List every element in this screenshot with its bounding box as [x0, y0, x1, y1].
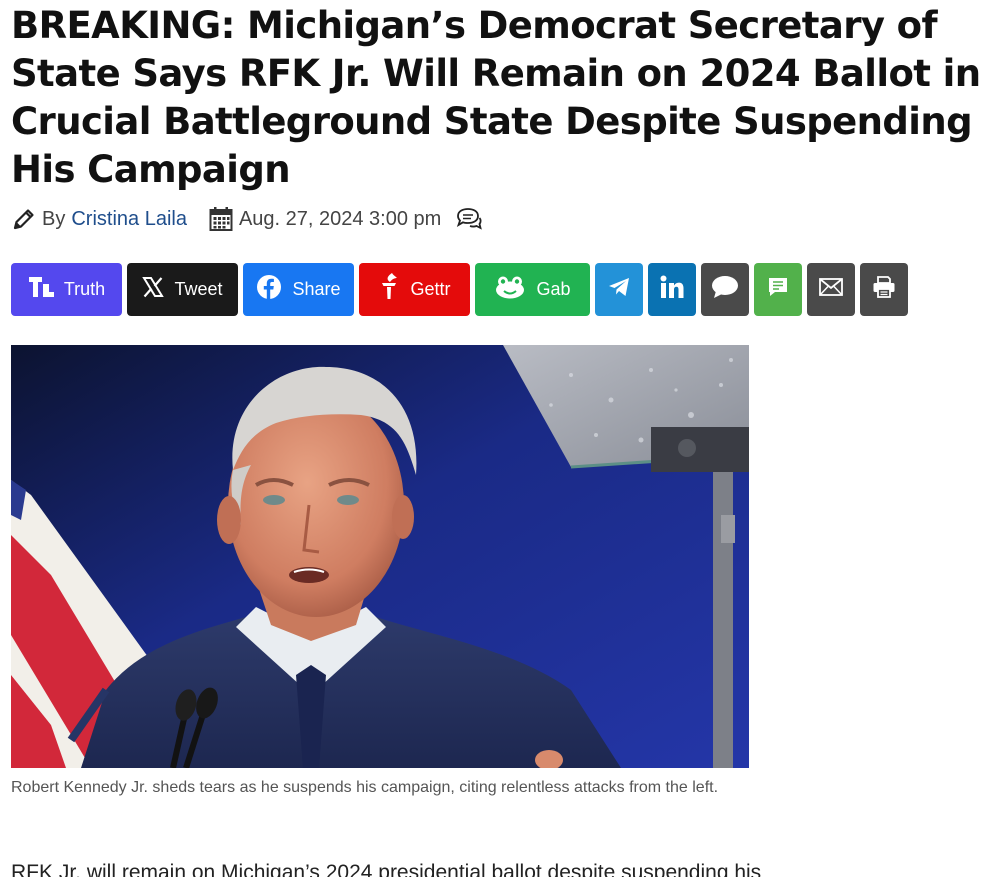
linkedin-share-button[interactable] [648, 263, 696, 316]
author-link[interactable]: Cristina Laila [71, 208, 187, 231]
sms-icon [767, 276, 789, 303]
gab-share-label: Gab [536, 279, 571, 299]
article-headline: BREAKING: Michigan’s Democrat Secretary … [11, 4, 981, 191]
article-body-first-line: RFK Jr. will remain on Michigan’s 2024 p… [11, 861, 762, 877]
tweet-share-label: Tweet [174, 279, 223, 299]
tweet-share-button[interactable]: Tweet [127, 263, 238, 316]
photo-caption: Robert Kennedy Jr. sheds tears as he sus… [11, 779, 719, 796]
gettr-share-label: Gettr [410, 279, 451, 299]
linkedin-icon [660, 275, 684, 304]
byline: By Cristina Laila Aug. 27, 2024 3:00 pm [11, 203, 483, 235]
print-share-button[interactable] [860, 263, 908, 316]
facebook-share-button[interactable]: Share [243, 263, 354, 316]
comment-bubble-icon [711, 275, 739, 304]
print-icon [872, 276, 896, 303]
pencil-icon [11, 206, 37, 232]
gab-share-button[interactable]: Gab [475, 263, 590, 316]
x-icon [142, 276, 165, 303]
comments-icon[interactable] [455, 206, 483, 232]
article-photo [11, 345, 749, 768]
byline-by-label: By [42, 207, 66, 230]
truth-share-label: Truth [63, 279, 106, 299]
facebook-share-label: Share [292, 279, 341, 299]
calendar-icon [209, 206, 233, 232]
telegram-icon [608, 277, 630, 302]
sms-share-button[interactable] [754, 263, 802, 316]
publish-date: Aug. 27, 2024 3:00 pm [238, 207, 442, 230]
telegram-share-button[interactable] [595, 263, 643, 316]
email-share-button[interactable] [807, 263, 855, 316]
share-bar: Truth Tweet Share Gettr Gab [11, 263, 913, 316]
gettr-icon [378, 272, 400, 307]
facebook-icon [256, 274, 282, 305]
truth-social-icon [28, 275, 54, 304]
truth-share-button[interactable]: Truth [11, 263, 122, 316]
gab-icon [494, 275, 526, 304]
email-icon [819, 278, 843, 301]
gettr-share-button[interactable]: Gettr [359, 263, 470, 316]
comment-share-button[interactable] [701, 263, 749, 316]
